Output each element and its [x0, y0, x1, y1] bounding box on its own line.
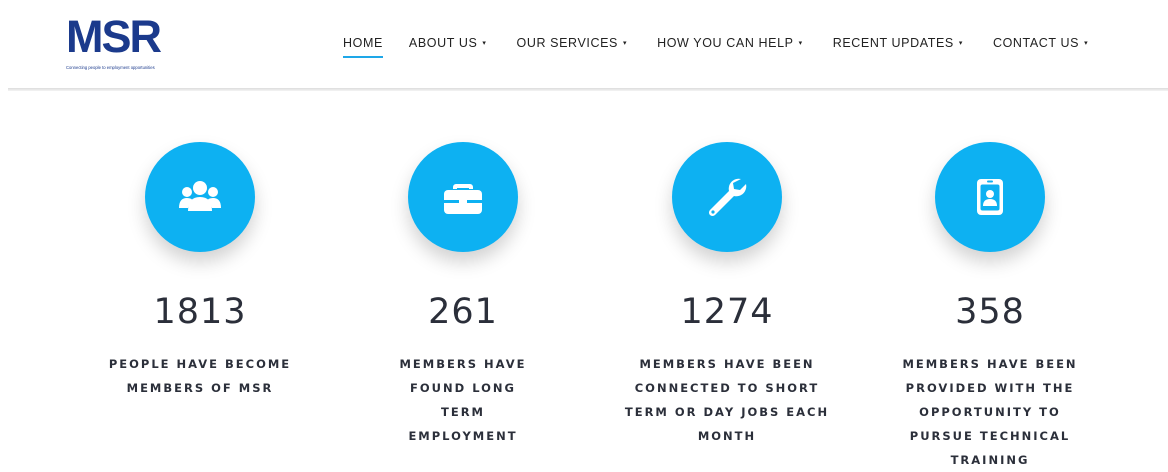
stat-description: MEMBERS HAVE BEEN CONNECTED TO SHORT TER… [624, 357, 830, 443]
stat-count: 358 [955, 292, 1025, 332]
stat-icon-circle [408, 142, 518, 252]
users-icon [179, 181, 221, 211]
stat-description: PEOPLE HAVE BECOME MEMBERS OF MSR [108, 357, 292, 395]
stat-count: 261 [428, 292, 498, 332]
stat-description: MEMBERS HAVE BEEN PROVIDED WITH THE OPPO… [902, 357, 1078, 467]
stat-description: MEMBERS HAVE FOUND LONG TERM EMPLOYMENT [399, 357, 527, 443]
wrench-icon [708, 178, 747, 217]
briefcase-icon [444, 184, 482, 214]
stat-icon-circle [935, 142, 1045, 252]
stat-count: 1813 [153, 292, 247, 332]
stat-icon-circle [145, 142, 255, 252]
stat-icon-circle [672, 142, 782, 252]
stat-count: 1274 [680, 292, 774, 332]
stats-section: 1813 PEOPLE HAVE BECOME MEMBERS OF MSR 2… [0, 0, 1168, 467]
id-badge-icon [977, 179, 1003, 215]
